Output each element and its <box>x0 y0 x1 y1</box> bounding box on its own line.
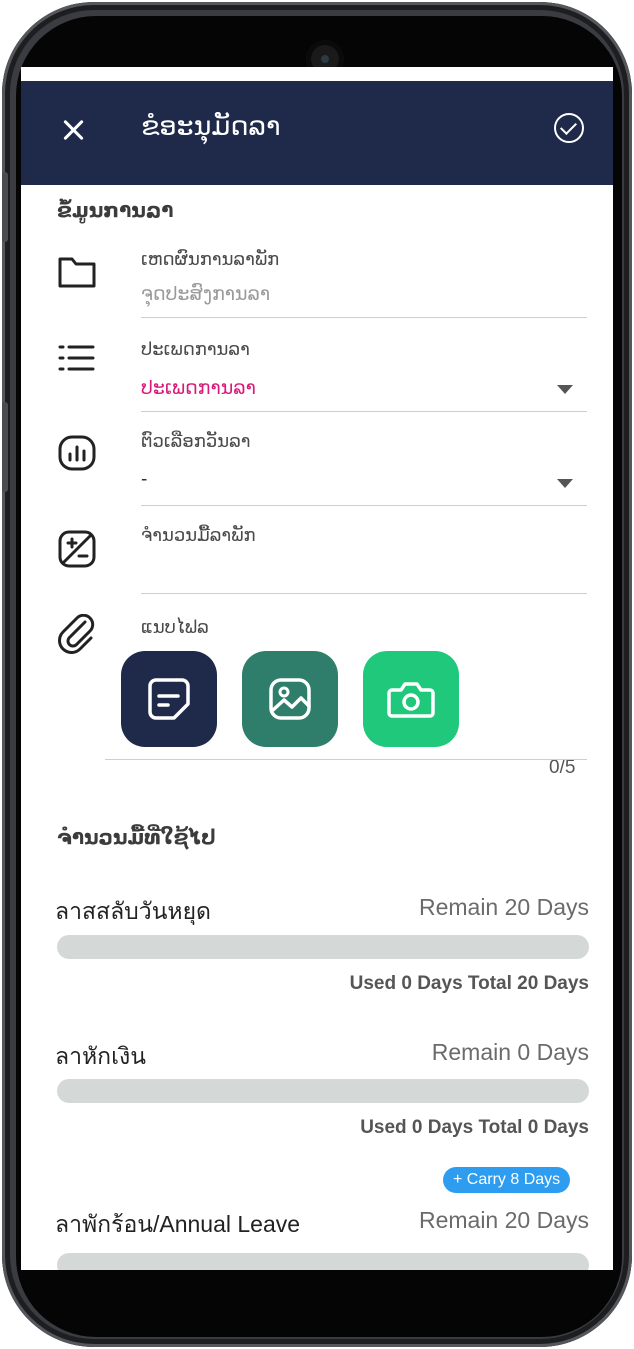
leave-item-used: Used 0 Days Total 0 Days <box>360 1117 589 1138</box>
list-icon <box>58 345 95 371</box>
leave-item-name: ลาหักเงิน <box>55 1043 146 1069</box>
carry-badge: + Carry 8 Days <box>443 1167 571 1193</box>
folder-icon <box>58 257 96 288</box>
leave-option-field[interactable]: ຕົວເລືອກວັນລາ - <box>57 431 587 507</box>
leave-item-remain: Remain 0 Days <box>431 1039 589 1065</box>
attachment-underline <box>105 759 587 760</box>
document-icon <box>148 678 190 720</box>
app-header: ຂໍອະນຸມັດລາ <box>21 81 613 185</box>
days-underline <box>141 593 587 594</box>
leave-item-name: ลาพักร้อน/Annual Leave <box>55 1211 301 1237</box>
check-circle-icon[interactable] <box>554 113 584 143</box>
page-title: ຂໍອະນຸມັດລາ <box>141 111 281 141</box>
days-label: ຈຳນວນມື້ລາພັກ <box>141 525 256 545</box>
close-icon[interactable] <box>57 113 91 147</box>
usage-section-title: ຈຳນວນມື້ທີ່ໃຊ້ໄປ <box>57 827 216 849</box>
attachment-count: 0/5 <box>549 757 576 778</box>
leave-usage-bar <box>57 1079 589 1103</box>
leave-item-name: ลาสสลับวันหยุด <box>55 898 211 924</box>
leave-option-value[interactable]: - <box>141 469 147 491</box>
leave-info-section-title: ຂໍ້ມູນການລາ <box>57 200 174 222</box>
leave-option-underline <box>141 505 587 506</box>
leave-usage-bar <box>57 935 589 959</box>
leave-type-value[interactable]: ປະເພດການລາ <box>141 377 256 400</box>
attachment-label: ແນບໄຟລ <box>141 617 209 637</box>
app-screen: ຂໍອະນຸມັດລາ ຂໍ້ມູນການລາ ເຫດຜົນການລາພັກ ຈ… <box>21 67 613 1270</box>
attach-gallery-button[interactable] <box>242 651 338 747</box>
reason-label: ເຫດຜົນການລາພັກ <box>141 249 280 269</box>
attach-camera-button[interactable] <box>363 651 459 747</box>
leave-type-label: ປະເພດການລາ <box>141 339 250 359</box>
power-button <box>2 402 8 492</box>
chevron-down-icon[interactable] <box>557 385 573 394</box>
leave-item-remain: Remain 20 Days <box>418 1207 589 1233</box>
chevron-down-icon[interactable] <box>557 479 573 488</box>
reason-field[interactable]: ເຫດຜົນການລາພັກ ຈຸດປະສົງການລາ <box>57 245 587 321</box>
paperclip-icon <box>58 614 95 654</box>
image-icon <box>269 678 311 720</box>
camera-icon <box>387 682 435 718</box>
reason-underline <box>141 317 587 318</box>
chart-icon <box>58 435 96 471</box>
leave-type-underline <box>141 411 587 412</box>
attach-file-button[interactable] <box>121 651 217 747</box>
plus-minus-icon <box>58 530 96 568</box>
volume-button <box>2 172 8 242</box>
leave-item-used: Used 0 Days Total 20 Days <box>349 973 589 994</box>
leave-option-label: ຕົວເລືອກວັນລາ <box>141 431 251 451</box>
leave-item-remain: Remain 20 Days <box>418 894 589 920</box>
leave-usage-bar <box>57 1253 589 1270</box>
reason-placeholder[interactable]: ຈຸດປະສົງການລາ <box>141 283 270 306</box>
leave-type-field[interactable]: ປະເພດການລາ ປະເພດການລາ <box>57 337 587 413</box>
days-field[interactable]: ຈຳນວນມື້ລາພັກ <box>57 525 587 601</box>
